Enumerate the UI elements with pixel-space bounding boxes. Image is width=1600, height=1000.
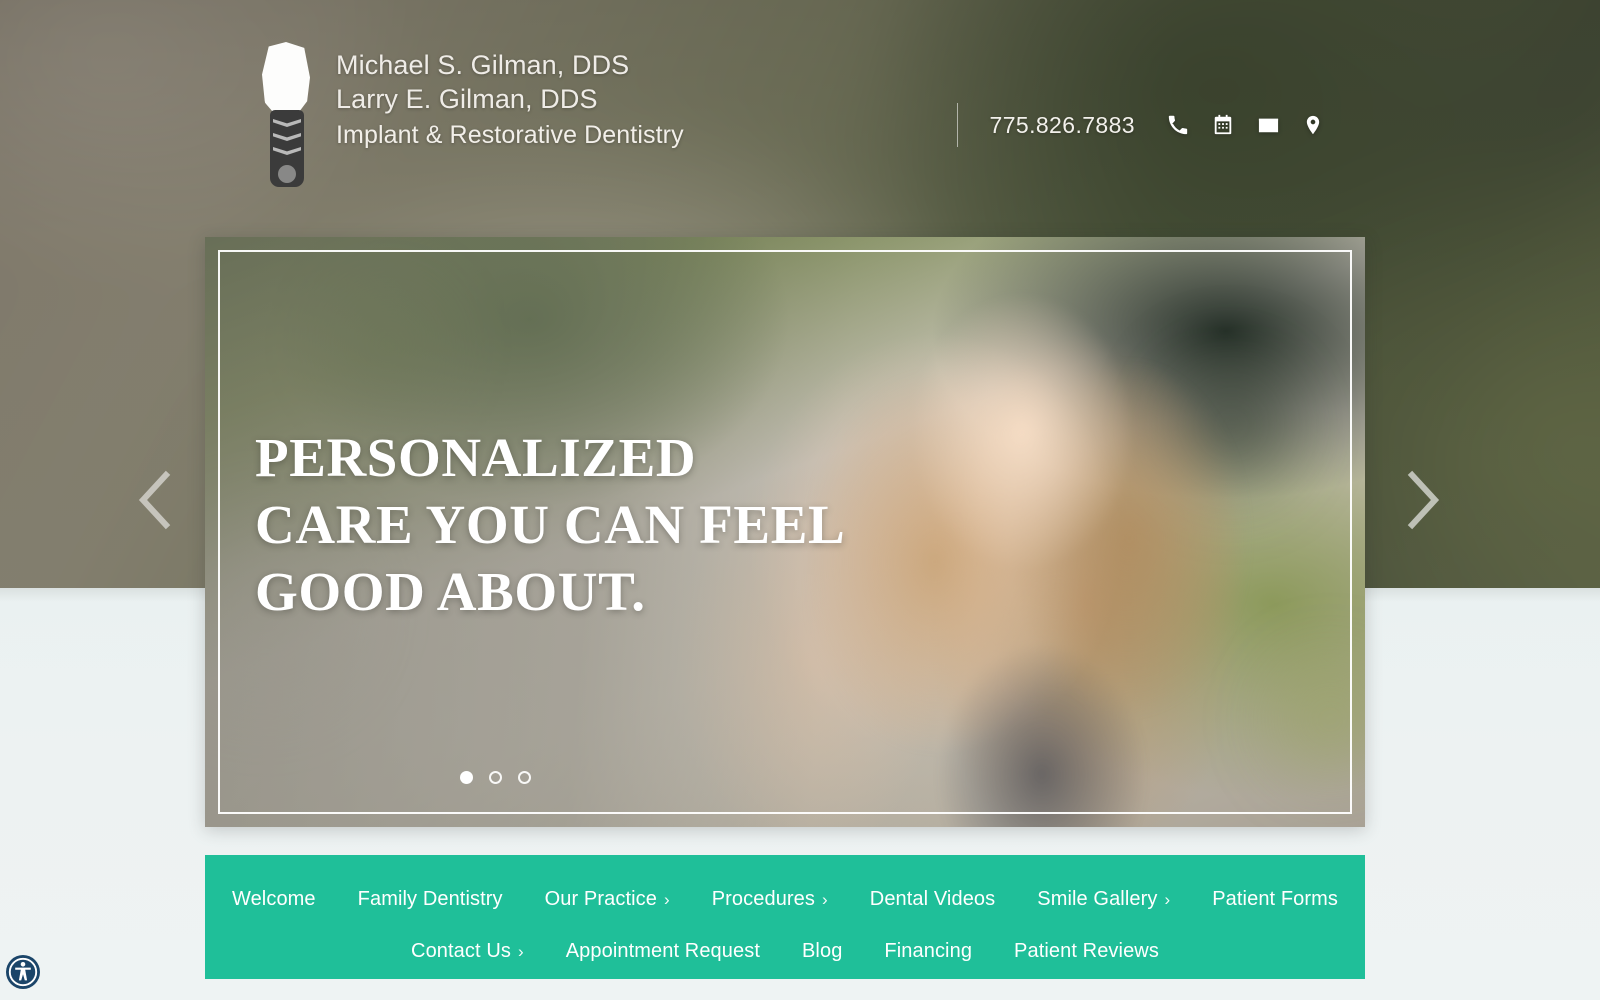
map-pin-icon[interactable] — [1301, 113, 1325, 137]
phone-number[interactable]: 775.826.7883 — [990, 112, 1136, 139]
nav-item-smile-gallery[interactable]: Smile Gallery › — [1016, 888, 1191, 911]
page-root: Michael S. Gilman, DDS Larry E. Gilman, … — [0, 0, 1600, 1000]
phone-icon[interactable] — [1166, 113, 1190, 137]
slider-prev-button[interactable] — [128, 465, 182, 535]
nav-label: Dental Videos — [869, 887, 996, 910]
nav-item-financing[interactable]: Financing — [863, 940, 993, 963]
implant-crown-shape — [262, 42, 310, 116]
nav-item-procedures[interactable]: Procedures › — [691, 888, 849, 911]
nav-label: Patient Reviews — [1014, 939, 1159, 962]
implant-base-dot — [278, 165, 296, 183]
nav-item-appointment-request[interactable]: Appointment Request — [545, 940, 781, 963]
slider-dot-3[interactable] — [518, 771, 531, 784]
hero-headline-line-3: GOOD ABOUT. — [255, 561, 646, 623]
dental-implant-icon — [256, 42, 314, 187]
calendar-icon[interactable] — [1211, 113, 1235, 137]
slider-dot-2[interactable] — [489, 771, 502, 784]
nav-label: Contact Us — [411, 939, 511, 962]
nav-item-blog[interactable]: Blog — [781, 940, 863, 963]
chevron-left-icon — [135, 469, 175, 531]
nav-label: Our Practice — [544, 887, 657, 910]
doctor-name-secondary: Larry E. Gilman, DDS — [336, 84, 598, 115]
implant-stripe-2 — [273, 133, 301, 141]
hero-caption: PERSONALIZED CARE YOU CAN FEEL GOOD ABOU… — [255, 424, 895, 625]
site-header: Michael S. Gilman, DDS Larry E. Gilman, … — [0, 0, 1600, 232]
main-navigation: Welcome Family Dentistry Our Practice › … — [205, 855, 1365, 979]
nav-item-contact-us[interactable]: Contact Us › — [390, 940, 545, 963]
accessibility-widget-button[interactable] — [5, 954, 41, 990]
nav-label: Procedures — [711, 887, 816, 910]
implant-stripe-3 — [273, 147, 301, 155]
header-contact-bar: 775.826.7883 — [956, 103, 1326, 147]
nav-item-family-dentistry[interactable]: Family Dentistry — [337, 888, 524, 911]
slider-dot-1[interactable] — [460, 771, 473, 784]
brand-logo-block[interactable]: Michael S. Gilman, DDS Larry E. Gilman, … — [256, 42, 684, 187]
nav-item-patient-reviews[interactable]: Patient Reviews — [993, 940, 1180, 963]
chevron-right-icon: › — [822, 889, 828, 909]
nav-label: Family Dentistry — [357, 887, 503, 910]
brand-text-block: Michael S. Gilman, DDS Larry E. Gilman, … — [336, 42, 684, 151]
nav-label: Blog — [801, 939, 843, 962]
nav-label: Appointment Request — [565, 939, 760, 962]
chevron-right-icon: › — [517, 941, 524, 961]
chevron-right-icon: › — [663, 889, 670, 909]
nav-label: Smile Gallery — [1037, 887, 1158, 910]
accessibility-person-icon — [5, 954, 41, 990]
hero-slider: PERSONALIZED CARE YOU CAN FEEL GOOD ABOU… — [205, 237, 1365, 827]
slider-next-button[interactable] — [1396, 465, 1450, 535]
nav-item-our-practice[interactable]: Our Practice › — [524, 888, 691, 911]
chevron-right-icon — [1403, 469, 1443, 531]
hero-headline-line-2: CARE YOU CAN FEEL — [255, 494, 846, 556]
chevron-right-icon: › — [1164, 889, 1171, 909]
envelope-icon[interactable] — [1256, 113, 1280, 137]
slider-pagination-dots — [460, 771, 531, 784]
nav-row-primary: Welcome Family Dentistry Our Practice › … — [205, 873, 1365, 925]
nav-item-dental-videos[interactable]: Dental Videos — [849, 888, 1016, 911]
contact-divider — [956, 103, 958, 147]
hero-headline-line-1: PERSONALIZED — [255, 427, 697, 488]
nav-label: Patient Forms — [1212, 887, 1339, 910]
nav-item-welcome[interactable]: Welcome — [211, 888, 337, 911]
nav-row-secondary: Contact Us › Appointment Request Blog Fi… — [205, 925, 1365, 977]
nav-item-patient-forms[interactable]: Patient Forms — [1191, 888, 1359, 911]
implant-body-shape — [270, 110, 304, 187]
practice-tagline: Implant & Restorative Dentistry — [336, 120, 684, 149]
doctor-name-primary: Michael S. Gilman, DDS — [336, 50, 630, 80]
nav-label: Welcome — [231, 887, 316, 910]
implant-stripe-1 — [273, 119, 301, 127]
nav-label: Financing — [884, 939, 973, 962]
